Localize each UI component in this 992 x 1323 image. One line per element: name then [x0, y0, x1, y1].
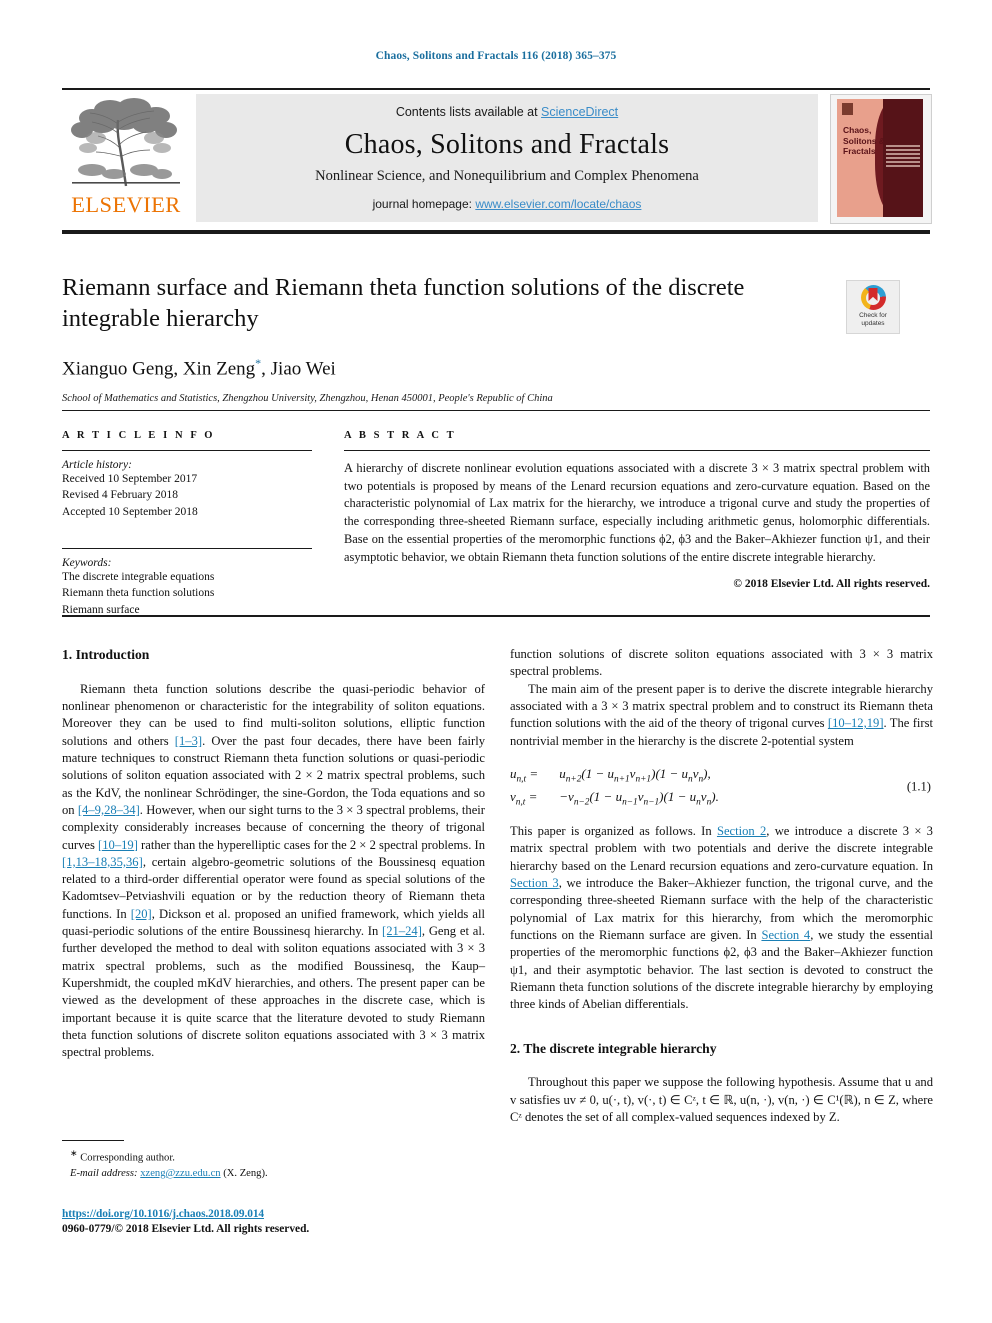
article-history-received: Received 10 September 2017	[62, 473, 198, 485]
cover-text-lines	[886, 145, 920, 169]
cover-artwork: Chaos, Solitons & Fractals	[837, 99, 923, 217]
crossmark-bookmark-icon	[868, 288, 878, 301]
intro-text-g: , Geng et al. further developed the meth…	[62, 924, 485, 1060]
article-info-column: A R T I C L E I N F O Article history: R…	[62, 430, 312, 618]
equation-row1-lhs: un,t =	[510, 765, 539, 785]
section-heading-discrete-integrable-hierarchy: 2. The discrete integrable hierarchy	[510, 1040, 717, 1056]
article-history-accepted: Accepted 10 September 2018	[62, 505, 198, 518]
abstract-copyright: © 2018 Elsevier Ltd. All rights reserved…	[733, 578, 930, 591]
footnote-block: ∗ Corresponding author. E-mail address: …	[62, 1140, 485, 1181]
keywords-group: Keywords: The discrete integrable equati…	[62, 557, 312, 618]
equation-row2-lhs: vn,t =	[510, 788, 538, 808]
crossmark-label-line1: Check for	[859, 312, 887, 319]
email-link[interactable]: xzeng@zzu.edu.cn	[140, 1168, 220, 1179]
corresponding-author-note: ∗ Corresponding author.	[62, 1147, 485, 1166]
crossmark-circle-icon	[860, 285, 886, 310]
article-info-heading: A R T I C L E I N F O	[62, 430, 216, 441]
homepage-prefix: journal homepage:	[372, 197, 476, 211]
corresponding-author-text: Corresponding author.	[80, 1152, 175, 1164]
equation-1-1: un,t = un+2(1 − un+1vn+1)(1 − unvn), vn,…	[510, 764, 933, 809]
section-heading-introduction: 1. Introduction	[62, 647, 150, 662]
citation-20[interactable]: [20]	[131, 907, 152, 921]
paragraph-hypothesis: Throughout this paper we suppose the fol…	[510, 1075, 933, 1124]
authors-rest: , Jiao Wei	[261, 358, 336, 380]
page-title: Riemann surface and Riemann theta functi…	[62, 274, 745, 333]
doi-link[interactable]: https://doi.org/10.1016/j.chaos.2018.09.…	[62, 1208, 264, 1220]
citation-1-13-18[interactable]: [1,13–18,35,36]	[62, 855, 143, 869]
elsevier-wordmark: ELSEVIER	[71, 192, 181, 217]
crossmark-label: Check for updates	[847, 312, 899, 328]
masthead-center-panel: Contents lists available at ScienceDirec…	[196, 94, 818, 222]
footnote-rule	[62, 1140, 124, 1141]
journal-title: Chaos, Solitons and Fractals	[344, 129, 670, 160]
abstract-bottom-rule	[62, 615, 930, 617]
article-info-rule	[62, 450, 312, 451]
article-history-group: Article history: Received 10 September 2…	[62, 459, 312, 520]
masthead-bottom-rule	[62, 230, 930, 234]
abstract-rule	[344, 450, 930, 451]
keyword-item: Riemann theta function solutions	[62, 587, 215, 600]
paragraph-intro-2: The main aim of the present paper is to …	[510, 681, 933, 750]
elsevier-tree-icon	[71, 98, 180, 187]
citation-10-19[interactable]: [10–19]	[98, 838, 138, 852]
footnote-star-icon: ∗	[70, 1148, 78, 1158]
journal-homepage-line: journal homepage: www.elsevier.com/locat…	[196, 197, 818, 211]
paper-page: Chaos, Solitons and Fractals 116 (2018) …	[0, 0, 992, 1323]
link-section-2[interactable]: Section 2	[717, 824, 766, 838]
keywords-rule	[62, 547, 312, 549]
title-divider	[62, 410, 930, 411]
elsevier-logo: ELSEVIER	[62, 94, 190, 222]
keyword-item: The discrete integrable equations	[62, 570, 215, 583]
link-section-4[interactable]: Section 4	[761, 928, 810, 942]
citation-10-12-19[interactable]: [10–12,19]	[828, 716, 884, 730]
citation-1-3[interactable]: [1–3]	[175, 734, 202, 748]
masthead-top-rule	[62, 88, 930, 90]
intro-continued-text: function solutions of discrete soliton e…	[510, 647, 933, 679]
paragraph-intro-1: Riemann theta function solutions describ…	[62, 681, 485, 1062]
article-history-revised: Revised 4 February 2018	[62, 489, 178, 502]
abstract-column: A B S T R A C T A hierarchy of discrete …	[344, 430, 930, 590]
contents-available-line: Contents lists available at ScienceDirec…	[196, 105, 818, 119]
body-column-left: 1. Introduction Riemann theta function s…	[62, 646, 485, 1062]
crossmark-badge[interactable]: Check for updates	[846, 280, 900, 334]
footer-block: https://doi.org/10.1016/j.chaos.2018.09.…	[62, 1204, 485, 1235]
authors-main: Xianguo Geng, Xin Zeng	[62, 358, 256, 380]
cover-journal-title: Chaos, Solitons & Fractals	[843, 125, 886, 157]
equation-number: (1.1)	[906, 778, 931, 793]
equation-row1-rhs: un+2(1 − un+1vn+1)(1 − unvn),	[559, 765, 711, 785]
keywords-label: Keywords:	[62, 556, 112, 569]
citation-4-9[interactable]: [4–9,28–34]	[78, 803, 140, 817]
email-label: E-mail address:	[70, 1167, 138, 1179]
running-head: Chaos, Solitons and Fractals 116 (2018) …	[375, 50, 617, 62]
link-section-3[interactable]: Section 3	[510, 876, 559, 890]
equation-row-1: un,t = un+2(1 − un+1vn+1)(1 − unvn),	[510, 764, 719, 787]
title-block: Riemann surface and Riemann theta functi…	[62, 272, 832, 404]
equation-row-2: vn,t = −vn−2(1 − un−1vn−1)(1 − unvn).	[510, 787, 719, 810]
citation-21-24[interactable]: [21–24]	[382, 924, 422, 938]
journal-subtitle: Nonlinear Science, and Nonequilibrium an…	[315, 168, 699, 184]
org-text-a: This paper is organized as follows. In	[510, 824, 717, 839]
journal-cover-thumbnail[interactable]: Chaos, Solitons & Fractals	[830, 94, 932, 224]
contents-prefix: Contents lists available at	[395, 105, 542, 119]
email-owner: (X. Zeng).	[223, 1167, 268, 1179]
intro-text-d: rather than the hyperelliptic cases for …	[137, 837, 485, 852]
affiliation: School of Mathematics and Statistics, Zh…	[62, 393, 553, 405]
crossmark-label-line2: updates	[861, 320, 885, 328]
equation-row2-rhs: −vn−2(1 − un−1vn−1)(1 − unvn).	[559, 788, 719, 808]
journal-masthead: ELSEVIER Contents lists available at Sci…	[62, 92, 932, 224]
equation-rows: un,t = un+2(1 − un+1vn+1)(1 − unvn), vn,…	[510, 764, 719, 809]
issn-copyright-line: 0960-0779/© 2018 Elsevier Ltd. All right…	[62, 1223, 310, 1235]
body-column-right: function solutions of discrete soliton e…	[510, 646, 933, 1126]
article-history-label: Article history:	[62, 459, 132, 471]
email-note: E-mail address: xzeng@zzu.edu.cn (X. Zen…	[62, 1166, 485, 1181]
author-list: Xianguo Geng, Xin Zeng*, Jiao Wei	[62, 356, 832, 380]
journal-homepage-link[interactable]: www.elsevier.com/locate/chaos	[475, 197, 641, 211]
paragraph-organization: This paper is organized as follows. In S…	[510, 823, 933, 1013]
sciencedirect-link[interactable]: ScienceDirect	[541, 105, 618, 119]
abstract-heading: A B S T R A C T	[344, 430, 457, 441]
abstract-text: A hierarchy of discrete nonlinear evolut…	[344, 461, 930, 564]
paragraph-intro-1-continued: function solutions of discrete soliton e…	[510, 646, 933, 681]
cover-elsevier-mark-icon	[842, 103, 853, 115]
